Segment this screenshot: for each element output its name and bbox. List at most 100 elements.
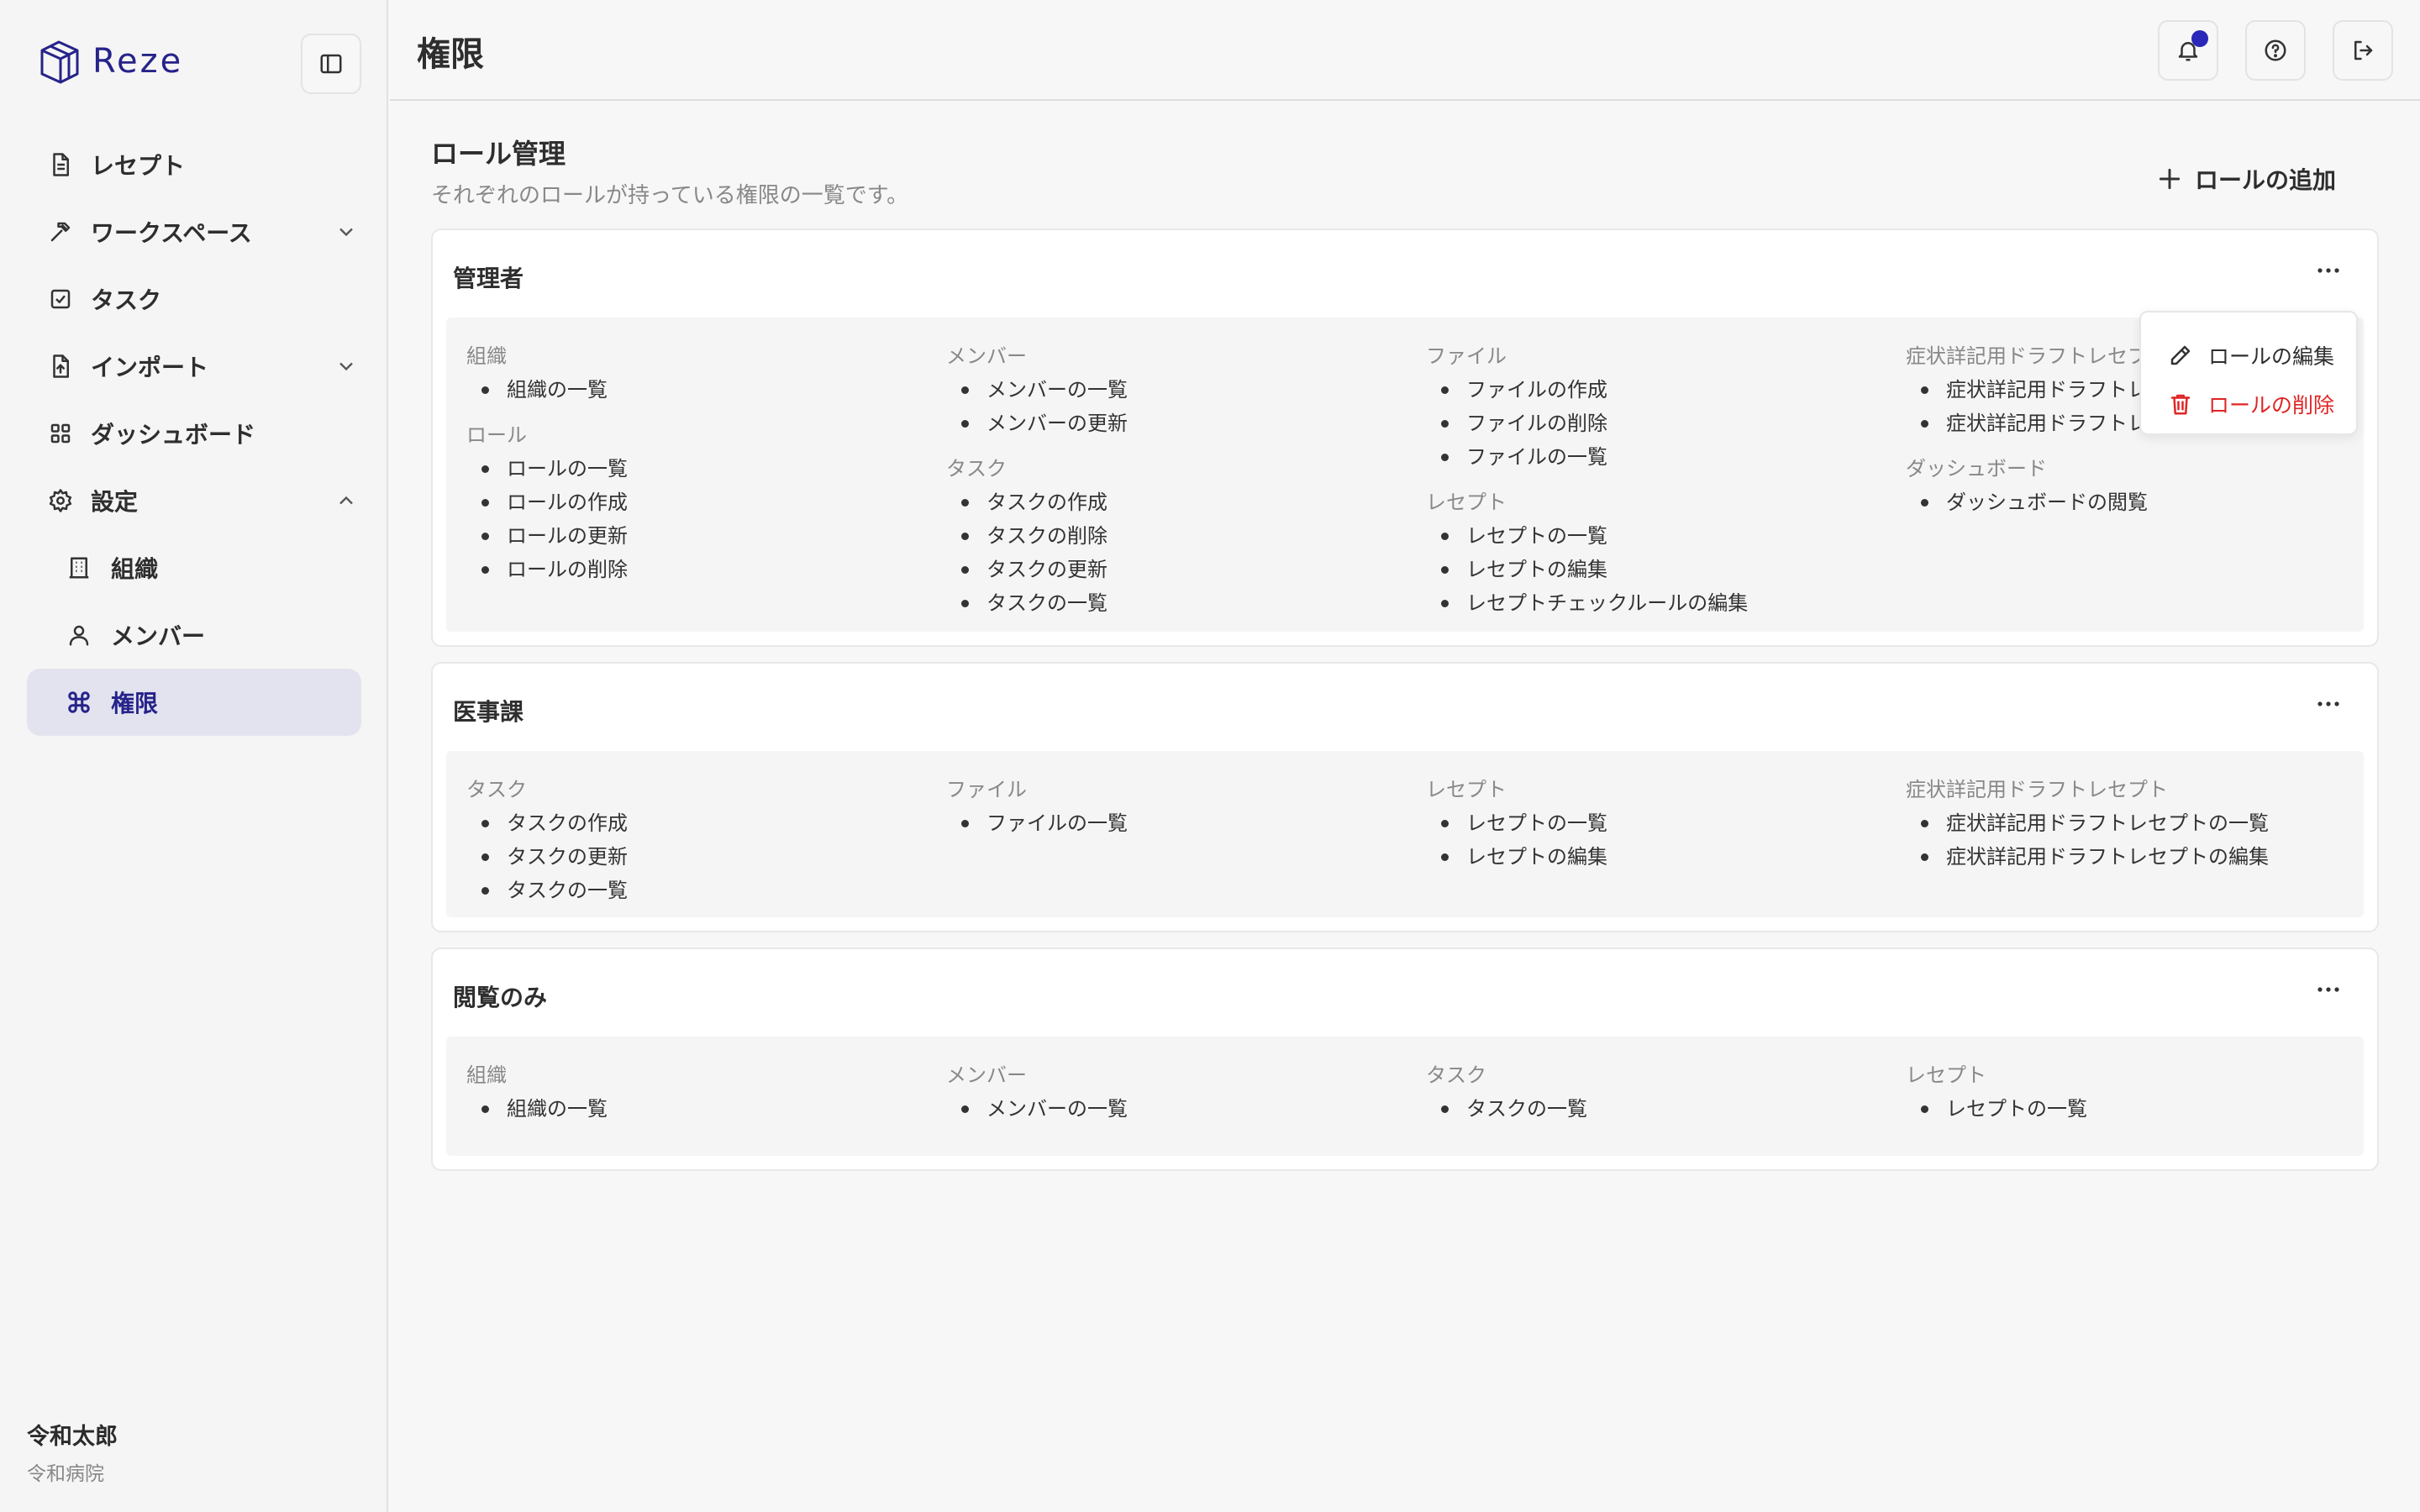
- role-actions-menu: ロールの編集 ロールの削除: [2139, 311, 2358, 435]
- command-icon: [66, 689, 92, 716]
- edit-role-menu-item[interactable]: ロールの編集: [2141, 331, 2356, 380]
- role-name: 管理者: [453, 265, 524, 292]
- sidebar-item-permissions[interactable]: 権限: [27, 669, 361, 736]
- permission-item: タスクの作成: [946, 486, 1417, 519]
- permission-group: タスク タスクの一覧: [1426, 1058, 1897, 1126]
- user-profile[interactable]: 令和太郎 令和病院: [27, 1418, 118, 1486]
- permission-item: タスクの更新: [466, 840, 937, 874]
- help-button[interactable]: [2245, 20, 2306, 81]
- permission-group: タスク タスクの作成 タスクの削除 タスクの更新 タスクの一覧: [946, 452, 1417, 620]
- permission-column: レセプト レセプトの一覧: [1906, 1058, 2376, 1137]
- permission-group-title: 組織: [466, 344, 507, 368]
- role-menu-button[interactable]: [2310, 696, 2347, 712]
- reze-logo-icon: [39, 39, 81, 84]
- brand-name: Reze: [92, 42, 184, 81]
- role-menu-button[interactable]: [2310, 981, 2347, 998]
- more-horizontal-icon: [2317, 987, 2339, 992]
- permission-group: ロール ロールの一覧 ロールの作成 ロールの更新 ロールの削除: [466, 418, 937, 586]
- permission-group: タスク タスクの作成 タスクの更新 タスクの一覧: [466, 773, 937, 907]
- delete-role-menu-item[interactable]: ロールの削除: [2141, 380, 2356, 428]
- permission-group: メンバー メンバーの一覧 メンバーの更新: [946, 339, 1417, 440]
- sidebar-panel-icon: [320, 54, 342, 74]
- role-card: 医事課 タスク タスクの作成 タスクの更新 タスクの一覧 ファイル ファイルの一…: [431, 662, 2379, 932]
- permission-group-title: タスク: [466, 778, 527, 801]
- sidebar-item-label: タスク: [91, 286, 162, 314]
- permission-group-title: 症状詳記用ドラフトレセプト: [1906, 778, 2168, 801]
- plus-icon: [2159, 168, 2181, 190]
- more-horizontal-icon: [2317, 268, 2339, 273]
- permission-group-title: ファイル: [946, 778, 1027, 801]
- permission-column: タスク タスクの作成 タスクの更新 タスクの一覧: [466, 773, 937, 919]
- permission-item: タスクの削除: [946, 519, 1417, 553]
- permission-group-title: ダッシュボード: [1906, 457, 2047, 480]
- permission-item: レセプトの編集: [1426, 840, 1897, 874]
- document-icon: [47, 151, 74, 178]
- add-role-button[interactable]: ロールの追加: [2156, 158, 2336, 200]
- sidebar-item-members[interactable]: メンバー: [27, 601, 361, 669]
- permission-item: メンバーの一覧: [946, 1092, 1417, 1126]
- user-organization: 令和病院: [27, 1463, 104, 1485]
- permission-item: ロールの作成: [466, 486, 937, 519]
- brand[interactable]: Reze: [39, 39, 183, 84]
- permission-column: レセプト レセプトの一覧 レセプトの編集: [1426, 773, 1897, 885]
- permission-group-title: 組織: [466, 1063, 507, 1087]
- permission-item: 組織の一覧: [466, 373, 937, 407]
- permission-item: ダッシュボードの閲覧: [1906, 486, 2376, 519]
- sidebar-item-tasks[interactable]: タスク: [27, 265, 361, 333]
- section-title: ロール管理: [431, 138, 566, 170]
- pencil-icon: [2170, 345, 2191, 365]
- permission-item: レセプトの編集: [1426, 553, 1897, 586]
- chevron-up-icon: [339, 496, 353, 505]
- sidebar-item-label: 権限: [111, 690, 159, 717]
- role-card: 閲覧のみ 組織 組織の一覧 メンバー メンバーの一覧 タスク タスクの一覧 レセ…: [431, 948, 2379, 1171]
- permission-item: レセプトの一覧: [1426, 519, 1897, 553]
- sidebar-item-organization[interactable]: 組織: [27, 534, 361, 601]
- building-icon: [66, 554, 92, 581]
- permission-group-title: ロール: [466, 423, 527, 447]
- delete-role-label: ロールの削除: [2208, 393, 2335, 417]
- permission-item: タスクの作成: [466, 806, 937, 840]
- permission-column: ファイル ファイルの作成 ファイルの削除 ファイルの一覧 レセプト レセプトの一…: [1426, 339, 1897, 632]
- permission-column: タスク タスクの一覧: [1426, 1058, 1897, 1137]
- sidebar-toggle-button[interactable]: [301, 34, 361, 94]
- sidebar-item-label: ダッシュボード: [91, 421, 256, 449]
- notifications-button[interactable]: [2158, 20, 2218, 81]
- sidebar-item-import[interactable]: インポート: [27, 333, 361, 400]
- help-icon: [2265, 39, 2286, 61]
- sidebar-item-settings[interactable]: 設定: [27, 467, 361, 534]
- section-subtitle: それぞれのロールが持っている権限の一覧です。: [431, 183, 909, 208]
- permission-item: レセプトの一覧: [1906, 1092, 2376, 1126]
- permission-item: ファイルの削除: [1426, 407, 1897, 440]
- sidebar-nav: レセプト ワークスペース タスク インポート ダッシュボード 設定 組織 メンバ…: [27, 131, 361, 736]
- checkbox-icon: [47, 286, 74, 312]
- permission-item: レセプトチェックルールの編集: [1426, 586, 1897, 620]
- permission-group-title: レセプト: [1426, 491, 1507, 514]
- sidebar-item-workspace[interactable]: ワークスペース: [27, 198, 361, 265]
- permission-item: ファイルの一覧: [946, 806, 1417, 840]
- sidebar-item-dashboard[interactable]: ダッシュボード: [27, 400, 361, 467]
- gear-icon: [47, 487, 74, 514]
- permission-item: 症状詳記用ドラフトレセプトの一覧: [1906, 806, 2376, 840]
- sidebar-item-label: メンバー: [111, 622, 206, 650]
- role-card: 管理者 組織 組織の一覧 ロール ロールの一覧 ロールの作成 ロールの更新 ロー…: [431, 228, 2379, 647]
- permission-column: 組織 組織の一覧: [466, 1058, 937, 1137]
- add-role-label: ロールの追加: [2195, 166, 2337, 194]
- sidebar-item-label: ワークスペース: [91, 219, 252, 247]
- permission-column: メンバー メンバーの一覧: [946, 1058, 1417, 1137]
- permission-column: 症状詳記用ドラフトレセプト 症状詳記用ドラフトレセプトの一覧 症状詳記用ドラフト…: [1906, 773, 2376, 885]
- permission-group: 組織 組織の一覧: [466, 339, 937, 407]
- file-import-icon: [47, 353, 74, 380]
- logout-button[interactable]: [2333, 20, 2393, 81]
- permission-item: タスクの一覧: [1426, 1092, 1897, 1126]
- permission-group: レセプト レセプトの一覧 レセプトの編集 レセプトチェックルールの編集: [1426, 486, 1897, 620]
- permission-group: ファイル ファイルの一覧: [946, 773, 1417, 840]
- edit-role-label: ロールの編集: [2208, 344, 2335, 369]
- sidebar-item-receipt[interactable]: レセプト: [27, 131, 361, 198]
- role-menu-button[interactable]: [2310, 262, 2347, 279]
- permission-group: レセプト レセプトの一覧: [1906, 1058, 2376, 1126]
- role-name: 医事課: [453, 698, 524, 726]
- permission-group: メンバー メンバーの一覧: [946, 1058, 1417, 1126]
- grid-icon: [47, 420, 74, 447]
- permission-group: ファイル ファイルの作成 ファイルの削除 ファイルの一覧: [1426, 339, 1897, 474]
- sidebar-item-label: 組織: [111, 555, 159, 583]
